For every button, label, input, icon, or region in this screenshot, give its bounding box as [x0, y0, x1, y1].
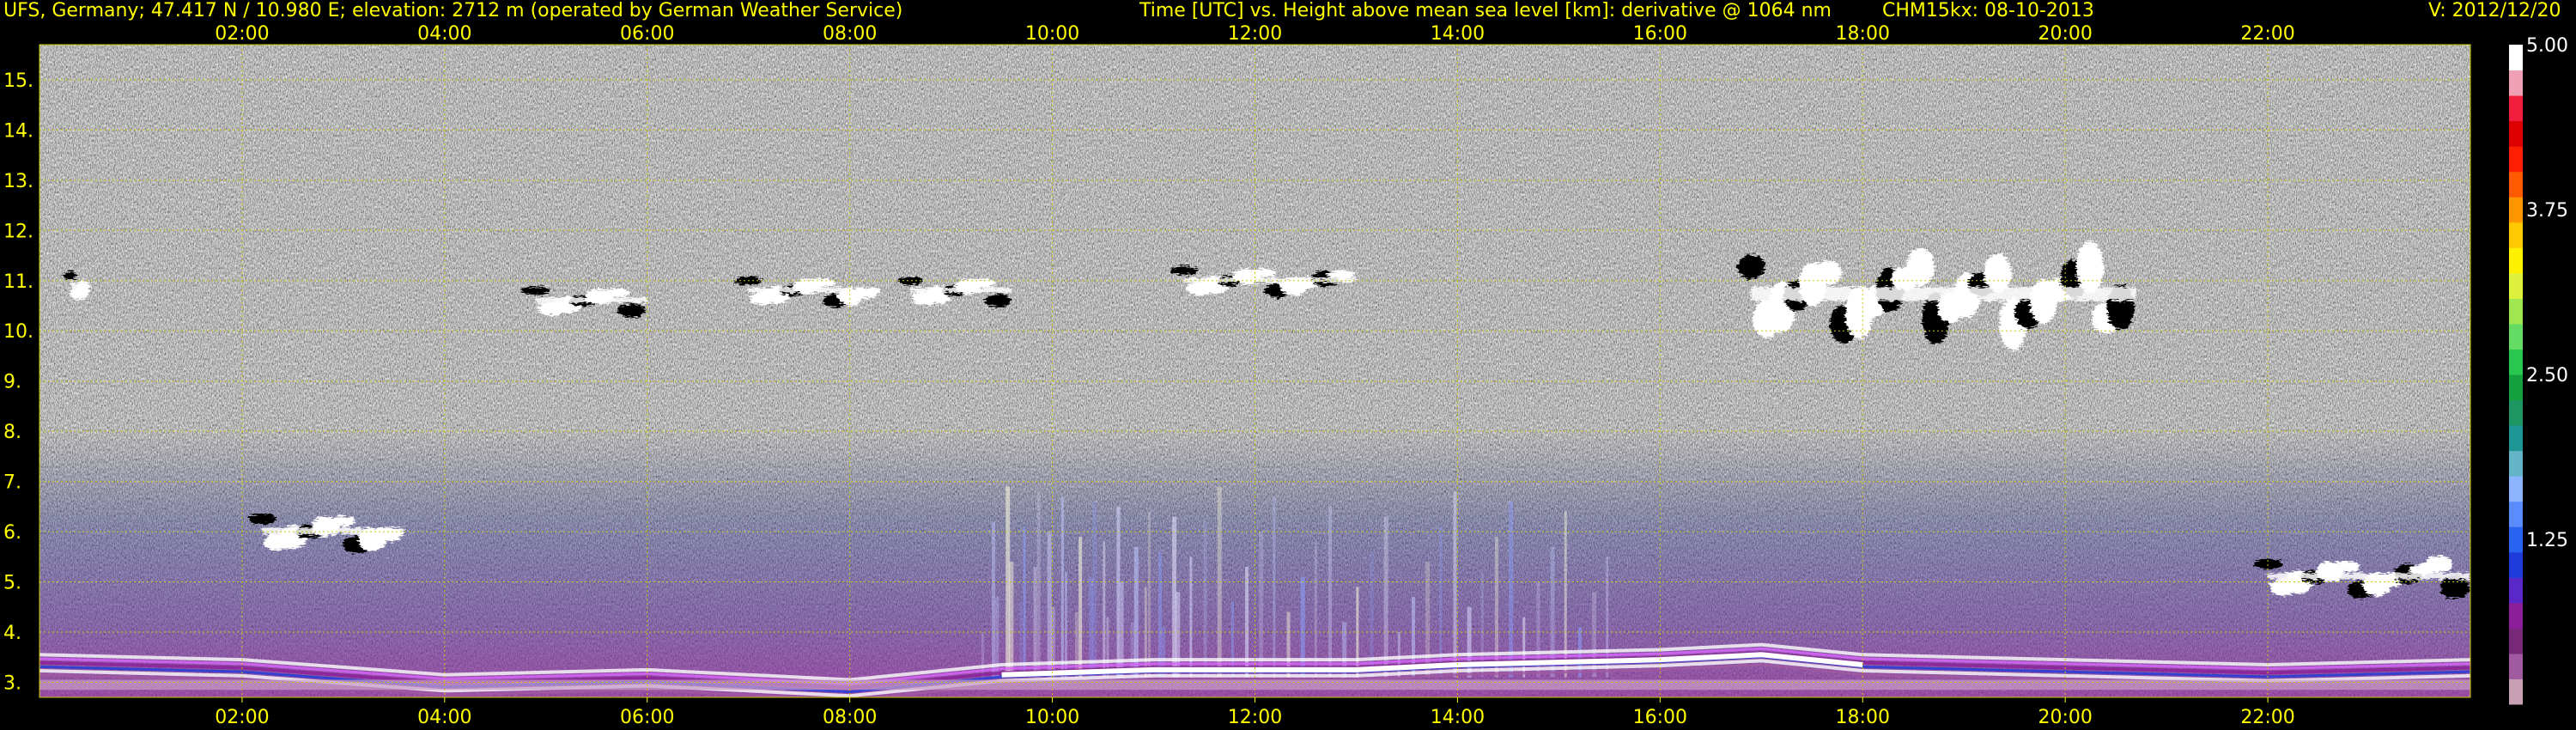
x-tick-label-top: 18:00 — [1836, 23, 1890, 45]
x-tick-label-bottom: 14:00 — [1431, 707, 1485, 728]
x-tick-label-bottom: 06:00 — [620, 707, 674, 728]
colorbar-segment — [2509, 45, 2523, 71]
x-tick-label-bottom: 02:00 — [215, 707, 269, 728]
y-tick-label: 6. — [3, 522, 21, 544]
y-tick-label: 4. — [3, 623, 21, 644]
colorbar-segment — [2509, 476, 2523, 502]
colorbar-tick-label: 1.25 — [2526, 530, 2568, 551]
colorbar-segment — [2509, 602, 2523, 629]
aerosol-streak — [1147, 511, 1151, 678]
colorbar-segment — [2509, 197, 2523, 223]
y-tick-label: 7. — [3, 472, 21, 494]
y-tick-label: 12. — [3, 221, 33, 242]
x-tick-label-top: 12:00 — [1228, 23, 1282, 45]
x-axis-bottom: 02:00 04:00 06:00 08:00 10:00 12:00 14:00 16:00… — [215, 697, 2295, 728]
aerosol-streak — [1103, 541, 1106, 678]
colorbar-segment — [2509, 298, 2523, 325]
y-tick-label: 14. — [3, 120, 33, 142]
y-tick-label: 8. — [3, 422, 21, 443]
x-tick-label-bottom: 04:00 — [417, 707, 471, 728]
aerosol-streak — [1116, 506, 1121, 678]
colorbar-segment — [2509, 146, 2523, 173]
aerosol-streak — [1172, 516, 1177, 678]
colorbar-segment — [2509, 272, 2523, 299]
colorbar-segment — [2509, 526, 2523, 553]
aerosol-streak — [1300, 576, 1305, 678]
colorbar-segment — [2509, 450, 2523, 477]
x-tick-label-top: 10:00 — [1025, 23, 1079, 45]
x-tick-label-top: 08:00 — [823, 23, 877, 45]
x-tick-label-top: 14:00 — [1431, 23, 1485, 45]
y-tick-label: 9. — [3, 372, 21, 393]
colorbar-segment — [2509, 628, 2523, 654]
x-tick-label-bottom: 10:00 — [1025, 707, 1079, 728]
x-tick-label-top: 02:00 — [215, 23, 269, 45]
x-tick-label-bottom: 08:00 — [823, 707, 877, 728]
x-tick-label-bottom: 16:00 — [1633, 707, 1687, 728]
x-tick-label-top: 16:00 — [1633, 23, 1687, 45]
aerosol-streak — [992, 521, 996, 678]
aerosol-streak — [1230, 601, 1234, 678]
aerosol-streak — [1019, 601, 1023, 678]
colorbar-segment — [2509, 653, 2523, 679]
colorbar-segment — [2509, 399, 2523, 426]
colorbar-segment — [2509, 374, 2523, 401]
colorbar-segment — [2509, 323, 2523, 350]
colorbar-segment — [2509, 349, 2523, 375]
x-axis-top: 02:00 04:00 06:00 08:00 10:00 12:00 14:00 16:00… — [215, 23, 2295, 45]
colorbar-segment — [2509, 577, 2523, 604]
aerosol-streak — [1550, 546, 1555, 678]
aerosol-streak — [1383, 516, 1388, 678]
colorbar-segment — [2509, 551, 2523, 578]
aerosol-streak — [1273, 496, 1276, 678]
x-tick-label-top: 20:00 — [2038, 23, 2092, 45]
x-tick-label-bottom: 22:00 — [2240, 707, 2294, 728]
colorbar-tick-label: 5.00 — [2526, 35, 2568, 57]
aerosol-streak — [1453, 491, 1457, 678]
y-tick-label: 11. — [3, 271, 33, 293]
colorbar-segment — [2509, 95, 2523, 122]
x-tick-label-bottom: 12:00 — [1228, 707, 1282, 728]
aerosol-streak — [1060, 496, 1064, 678]
colorbar-segment — [2509, 247, 2523, 274]
aerosol-streak — [1078, 536, 1083, 678]
x-tick-label-bottom: 20:00 — [2038, 707, 2092, 728]
colorbar: 1.25 2.50 3.75 5.00 — [2509, 35, 2568, 705]
aerosol-streak — [1036, 491, 1041, 678]
colorbar-segment — [2509, 501, 2523, 527]
colorbar-tick-label: 2.50 — [2526, 365, 2568, 386]
colorbar-segment — [2509, 678, 2523, 705]
aerosol-streak — [1259, 532, 1264, 678]
y-tick-label: 13. — [3, 171, 33, 192]
x-tick-label-top: 06:00 — [620, 23, 674, 45]
colorbar-segment — [2509, 222, 2523, 248]
aerosol-streak — [1509, 502, 1514, 678]
aerosol-streak — [1023, 526, 1026, 678]
ceilometer-chart: 02:00 04:00 06:00 08:00 10:00 12:00 14:00 16:00… — [3, 23, 2568, 728]
y-tick-label: 15. — [3, 70, 33, 92]
x-tick-label-bottom: 18:00 — [1836, 707, 1890, 728]
aerosol-streak — [1203, 521, 1207, 678]
colorbar-segment — [2509, 171, 2523, 198]
x-tick-label-top: 04:00 — [417, 23, 471, 45]
aerosol-streak — [1314, 541, 1317, 678]
aerosol-streak — [1120, 581, 1124, 678]
aerosol-streak — [1033, 567, 1037, 678]
y-tick-label: 5. — [3, 573, 21, 594]
x-tick-label-top: 22:00 — [2240, 23, 2294, 45]
colorbar-segment — [2509, 425, 2523, 452]
aerosol-streak — [1328, 506, 1333, 678]
y-tick-label: 3. — [3, 672, 21, 694]
y-axis: 3. 4. 5. 6. 7. 8. 9. 10. 11. 12. 13. 14. 15. — [3, 70, 33, 695]
colorbar-segment — [2509, 70, 2523, 96]
aerosol-streak — [1047, 532, 1052, 678]
y-tick-label: 10. — [3, 321, 33, 343]
colorbar-tick-label: 3.75 — [2526, 200, 2568, 222]
colorbar-segment — [2509, 120, 2523, 147]
aerosol-streak — [1494, 536, 1498, 678]
